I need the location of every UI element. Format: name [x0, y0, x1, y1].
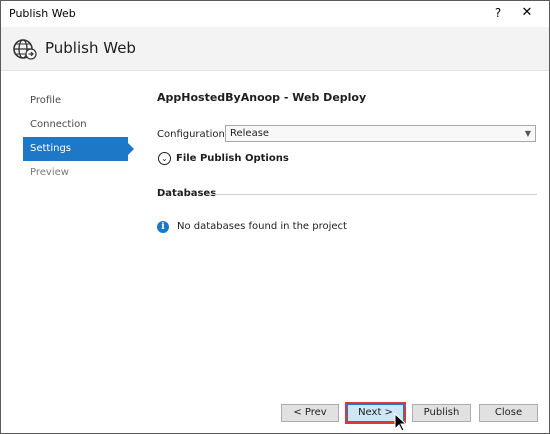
- nav-item-label: Preview: [30, 167, 69, 178]
- configuration-value: Release: [230, 128, 270, 139]
- wizard-nav: Profile Connection Settings Preview: [23, 89, 134, 185]
- expand-toggle-icon[interactable]: ⌄: [158, 152, 171, 165]
- nav-item-label: Connection: [30, 119, 87, 130]
- databases-message: No databases found in the project: [177, 221, 347, 232]
- nav-item-label: Profile: [30, 95, 62, 106]
- help-button[interactable]: ?: [489, 4, 507, 22]
- mouse-cursor-icon: [394, 413, 408, 432]
- close-window-button[interactable]: ✕: [517, 4, 537, 22]
- prev-button[interactable]: < Prev: [281, 404, 339, 422]
- publish-web-dialog: Publish Web ? ✕ Publish Web Profile Conn…: [0, 0, 550, 434]
- nav-item-label: Settings: [30, 143, 72, 154]
- dialog-header: Publish Web: [1, 27, 549, 71]
- section-divider: [206, 194, 537, 195]
- close-button[interactable]: Close: [479, 404, 538, 422]
- nav-item-settings[interactable]: Settings: [23, 137, 134, 161]
- configuration-select[interactable]: Release ▼: [225, 125, 536, 142]
- window-title: Publish Web: [9, 7, 76, 20]
- publish-button[interactable]: Publish: [412, 404, 471, 422]
- chevron-down-icon: ▼: [524, 129, 531, 138]
- nav-item-preview[interactable]: Preview: [23, 161, 129, 185]
- profile-title: AppHostedByAnoop - Web Deploy: [157, 91, 367, 104]
- title-bar: Publish Web ? ✕: [1, 1, 549, 27]
- file-publish-options-toggle[interactable]: File Publish Options: [176, 153, 289, 164]
- info-icon: i: [157, 221, 169, 233]
- nav-item-connection[interactable]: Connection: [23, 113, 129, 137]
- nav-item-profile[interactable]: Profile: [23, 89, 129, 113]
- configuration-label: Configuration:: [157, 129, 229, 140]
- header-title: Publish Web: [45, 39, 136, 57]
- globe-icon: [13, 39, 37, 60]
